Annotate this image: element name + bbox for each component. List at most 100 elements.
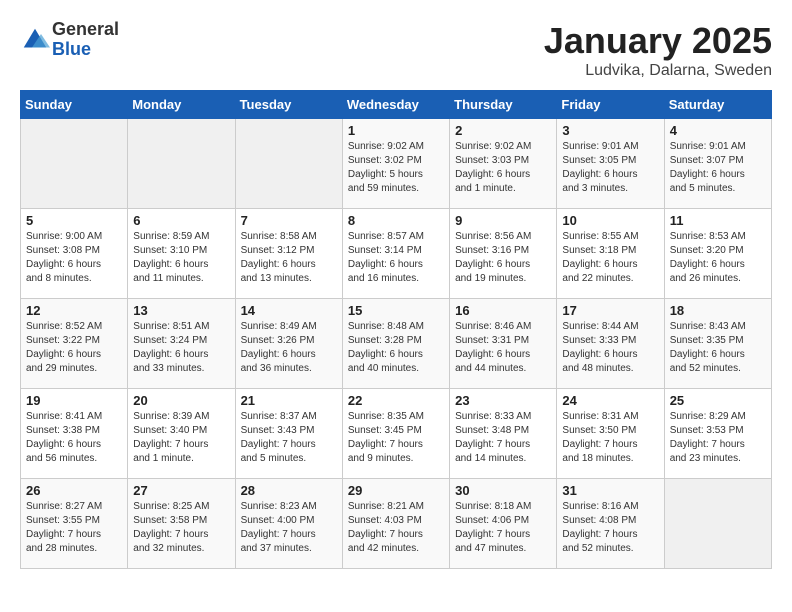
day-number: 10 (562, 213, 658, 228)
header-tuesday: Tuesday (235, 91, 342, 119)
calendar-subtitle: Ludvika, Dalarna, Sweden (544, 62, 772, 80)
day-info: Sunrise: 8:25 AM Sunset: 3:58 PM Dayligh… (133, 500, 229, 556)
page-header: General Blue January 2025 Ludvika, Dalar… (20, 20, 772, 80)
week-row-3: 19Sunrise: 8:41 AM Sunset: 3:38 PM Dayli… (21, 389, 772, 479)
calendar-cell: 28 Sunrise: 8:23 AM Sunset: 4:00 PM Dayli… (235, 479, 342, 569)
day-info: Sunrise: 8:44 AM Sunset: 3:33 PM Dayligh… (562, 320, 658, 376)
day-number: 5 (26, 213, 122, 228)
calendar-body: 1 Sunrise: 9:02 AM Sunset: 3:02 PM Daylig… (21, 119, 772, 569)
day-info: Sunrise: 8:27 AM Sunset: 3:55 PM Dayligh… (26, 500, 122, 556)
day-info: Sunrise: 8:59 AM Sunset: 3:10 PM Dayligh… (133, 230, 229, 286)
calendar-cell: 8Sunrise: 8:57 AM Sunset: 3:14 PM Daylig… (342, 209, 449, 299)
day-info: Sunrise: 8:57 AM Sunset: 3:14 PM Dayligh… (348, 230, 444, 286)
day-number: 17 (562, 303, 658, 318)
calendar-cell: 9 Sunrise: 8:56 AM Sunset: 3:16 PM Daylig… (450, 209, 557, 299)
calendar-cell (235, 119, 342, 209)
day-number: 12 (26, 303, 122, 318)
calendar-cell: 7Sunrise: 8:58 AM Sunset: 3:12 PM Daylig… (235, 209, 342, 299)
day-info: Sunrise: 8:52 AM Sunset: 3:22 PM Dayligh… (26, 320, 122, 376)
calendar-cell: 25Sunrise: 8:29 AM Sunset: 3:53 PM Dayli… (664, 389, 771, 479)
week-row-2: 12 Sunrise: 8:52 AM Sunset: 3:22 PM Dayli… (21, 299, 772, 389)
calendar-cell (128, 119, 235, 209)
calendar-cell: 12 Sunrise: 8:52 AM Sunset: 3:22 PM Dayli… (21, 299, 128, 389)
week-row-4: 26 Sunrise: 8:27 AM Sunset: 3:55 PM Dayli… (21, 479, 772, 569)
day-info: Sunrise: 9:01 AM Sunset: 3:07 PM Dayligh… (670, 140, 766, 196)
header-friday: Friday (557, 91, 664, 119)
day-info: Sunrise: 8:35 AM Sunset: 3:45 PM Dayligh… (348, 410, 444, 466)
calendar-cell: 23Sunrise: 8:33 AM Sunset: 3:48 PM Dayli… (450, 389, 557, 479)
header-monday: Monday (128, 91, 235, 119)
day-number: 27 (133, 483, 229, 498)
calendar-cell: 22Sunrise: 8:35 AM Sunset: 3:45 PM Dayli… (342, 389, 449, 479)
calendar-cell: 29Sunrise: 8:21 AM Sunset: 4:03 PM Dayli… (342, 479, 449, 569)
day-number: 13 (133, 303, 229, 318)
title-block: January 2025 Ludvika, Dalarna, Sweden (544, 20, 772, 80)
day-number: 16 (455, 303, 551, 318)
day-info: Sunrise: 8:55 AM Sunset: 3:18 PM Dayligh… (562, 230, 658, 286)
logo-blue: Blue (52, 40, 119, 60)
day-info: Sunrise: 8:53 AM Sunset: 3:20 PM Dayligh… (670, 230, 766, 286)
day-number: 11 (670, 213, 766, 228)
day-info: Sunrise: 9:02 AM Sunset: 3:02 PM Dayligh… (348, 140, 444, 196)
logo-text: General Blue (52, 20, 119, 60)
calendar-cell: 30Sunrise: 8:18 AM Sunset: 4:06 PM Dayli… (450, 479, 557, 569)
calendar-cell: 10 Sunrise: 8:55 AM Sunset: 3:18 PM Dayli… (557, 209, 664, 299)
day-number: 18 (670, 303, 766, 318)
day-info: Sunrise: 8:46 AM Sunset: 3:31 PM Dayligh… (455, 320, 551, 376)
day-number: 2 (455, 123, 551, 138)
day-number: 19 (26, 393, 122, 408)
header-saturday: Saturday (664, 91, 771, 119)
day-number: 24 (562, 393, 658, 408)
calendar-cell: 26 Sunrise: 8:27 AM Sunset: 3:55 PM Dayli… (21, 479, 128, 569)
calendar-cell: 14 Sunrise: 8:49 AM Sunset: 3:26 PM Dayli… (235, 299, 342, 389)
calendar-cell: 19Sunrise: 8:41 AM Sunset: 3:38 PM Dayli… (21, 389, 128, 479)
calendar-cell: 2Sunrise: 9:02 AM Sunset: 3:03 PM Daylig… (450, 119, 557, 209)
day-number: 21 (241, 393, 337, 408)
day-info: Sunrise: 8:37 AM Sunset: 3:43 PM Dayligh… (241, 410, 337, 466)
day-info: Sunrise: 8:31 AM Sunset: 3:50 PM Dayligh… (562, 410, 658, 466)
day-info: Sunrise: 8:56 AM Sunset: 3:16 PM Dayligh… (455, 230, 551, 286)
day-number: 15 (348, 303, 444, 318)
logo-icon (20, 25, 50, 55)
calendar-cell: 31 Sunrise: 8:16 AM Sunset: 4:08 PM Dayli… (557, 479, 664, 569)
calendar-cell: 27 Sunrise: 8:25 AM Sunset: 3:58 PM Dayli… (128, 479, 235, 569)
day-info: Sunrise: 8:51 AM Sunset: 3:24 PM Dayligh… (133, 320, 229, 376)
calendar-cell: 6 Sunrise: 8:59 AM Sunset: 3:10 PM Daylig… (128, 209, 235, 299)
day-number: 26 (26, 483, 122, 498)
calendar-cell: 15 Sunrise: 8:48 AM Sunset: 3:28 PM Dayli… (342, 299, 449, 389)
day-number: 1 (348, 123, 444, 138)
day-number: 31 (562, 483, 658, 498)
calendar-cell: 24 Sunrise: 8:31 AM Sunset: 3:50 PM Dayli… (557, 389, 664, 479)
calendar-cell: 4 Sunrise: 9:01 AM Sunset: 3:07 PM Daylig… (664, 119, 771, 209)
logo-general: General (52, 20, 119, 40)
day-info: Sunrise: 8:16 AM Sunset: 4:08 PM Dayligh… (562, 500, 658, 556)
day-info: Sunrise: 8:23 AM Sunset: 4:00 PM Dayligh… (241, 500, 337, 556)
day-info: Sunrise: 9:00 AM Sunset: 3:08 PM Dayligh… (26, 230, 122, 286)
day-info: Sunrise: 8:49 AM Sunset: 3:26 PM Dayligh… (241, 320, 337, 376)
day-number: 29 (348, 483, 444, 498)
calendar-cell (664, 479, 771, 569)
day-number: 6 (133, 213, 229, 228)
day-info: Sunrise: 8:48 AM Sunset: 3:28 PM Dayligh… (348, 320, 444, 376)
day-number: 28 (241, 483, 337, 498)
day-number: 9 (455, 213, 551, 228)
calendar-cell: 3 Sunrise: 9:01 AM Sunset: 3:05 PM Daylig… (557, 119, 664, 209)
day-info: Sunrise: 8:29 AM Sunset: 3:53 PM Dayligh… (670, 410, 766, 466)
day-info: Sunrise: 8:43 AM Sunset: 3:35 PM Dayligh… (670, 320, 766, 376)
calendar-table: SundayMondayTuesdayWednesdayThursdayFrid… (20, 90, 772, 569)
day-info: Sunrise: 8:33 AM Sunset: 3:48 PM Dayligh… (455, 410, 551, 466)
header-thursday: Thursday (450, 91, 557, 119)
day-number: 20 (133, 393, 229, 408)
calendar-cell: 21 Sunrise: 8:37 AM Sunset: 3:43 PM Dayli… (235, 389, 342, 479)
calendar-cell: 18 Sunrise: 8:43 AM Sunset: 3:35 PM Dayli… (664, 299, 771, 389)
day-info: Sunrise: 8:39 AM Sunset: 3:40 PM Dayligh… (133, 410, 229, 466)
day-number: 14 (241, 303, 337, 318)
day-number: 7 (241, 213, 337, 228)
day-number: 30 (455, 483, 551, 498)
day-number: 3 (562, 123, 658, 138)
day-info: Sunrise: 9:01 AM Sunset: 3:05 PM Dayligh… (562, 140, 658, 196)
week-row-0: 1 Sunrise: 9:02 AM Sunset: 3:02 PM Daylig… (21, 119, 772, 209)
header-sunday: Sunday (21, 91, 128, 119)
calendar-title: January 2025 (544, 20, 772, 62)
day-number: 4 (670, 123, 766, 138)
